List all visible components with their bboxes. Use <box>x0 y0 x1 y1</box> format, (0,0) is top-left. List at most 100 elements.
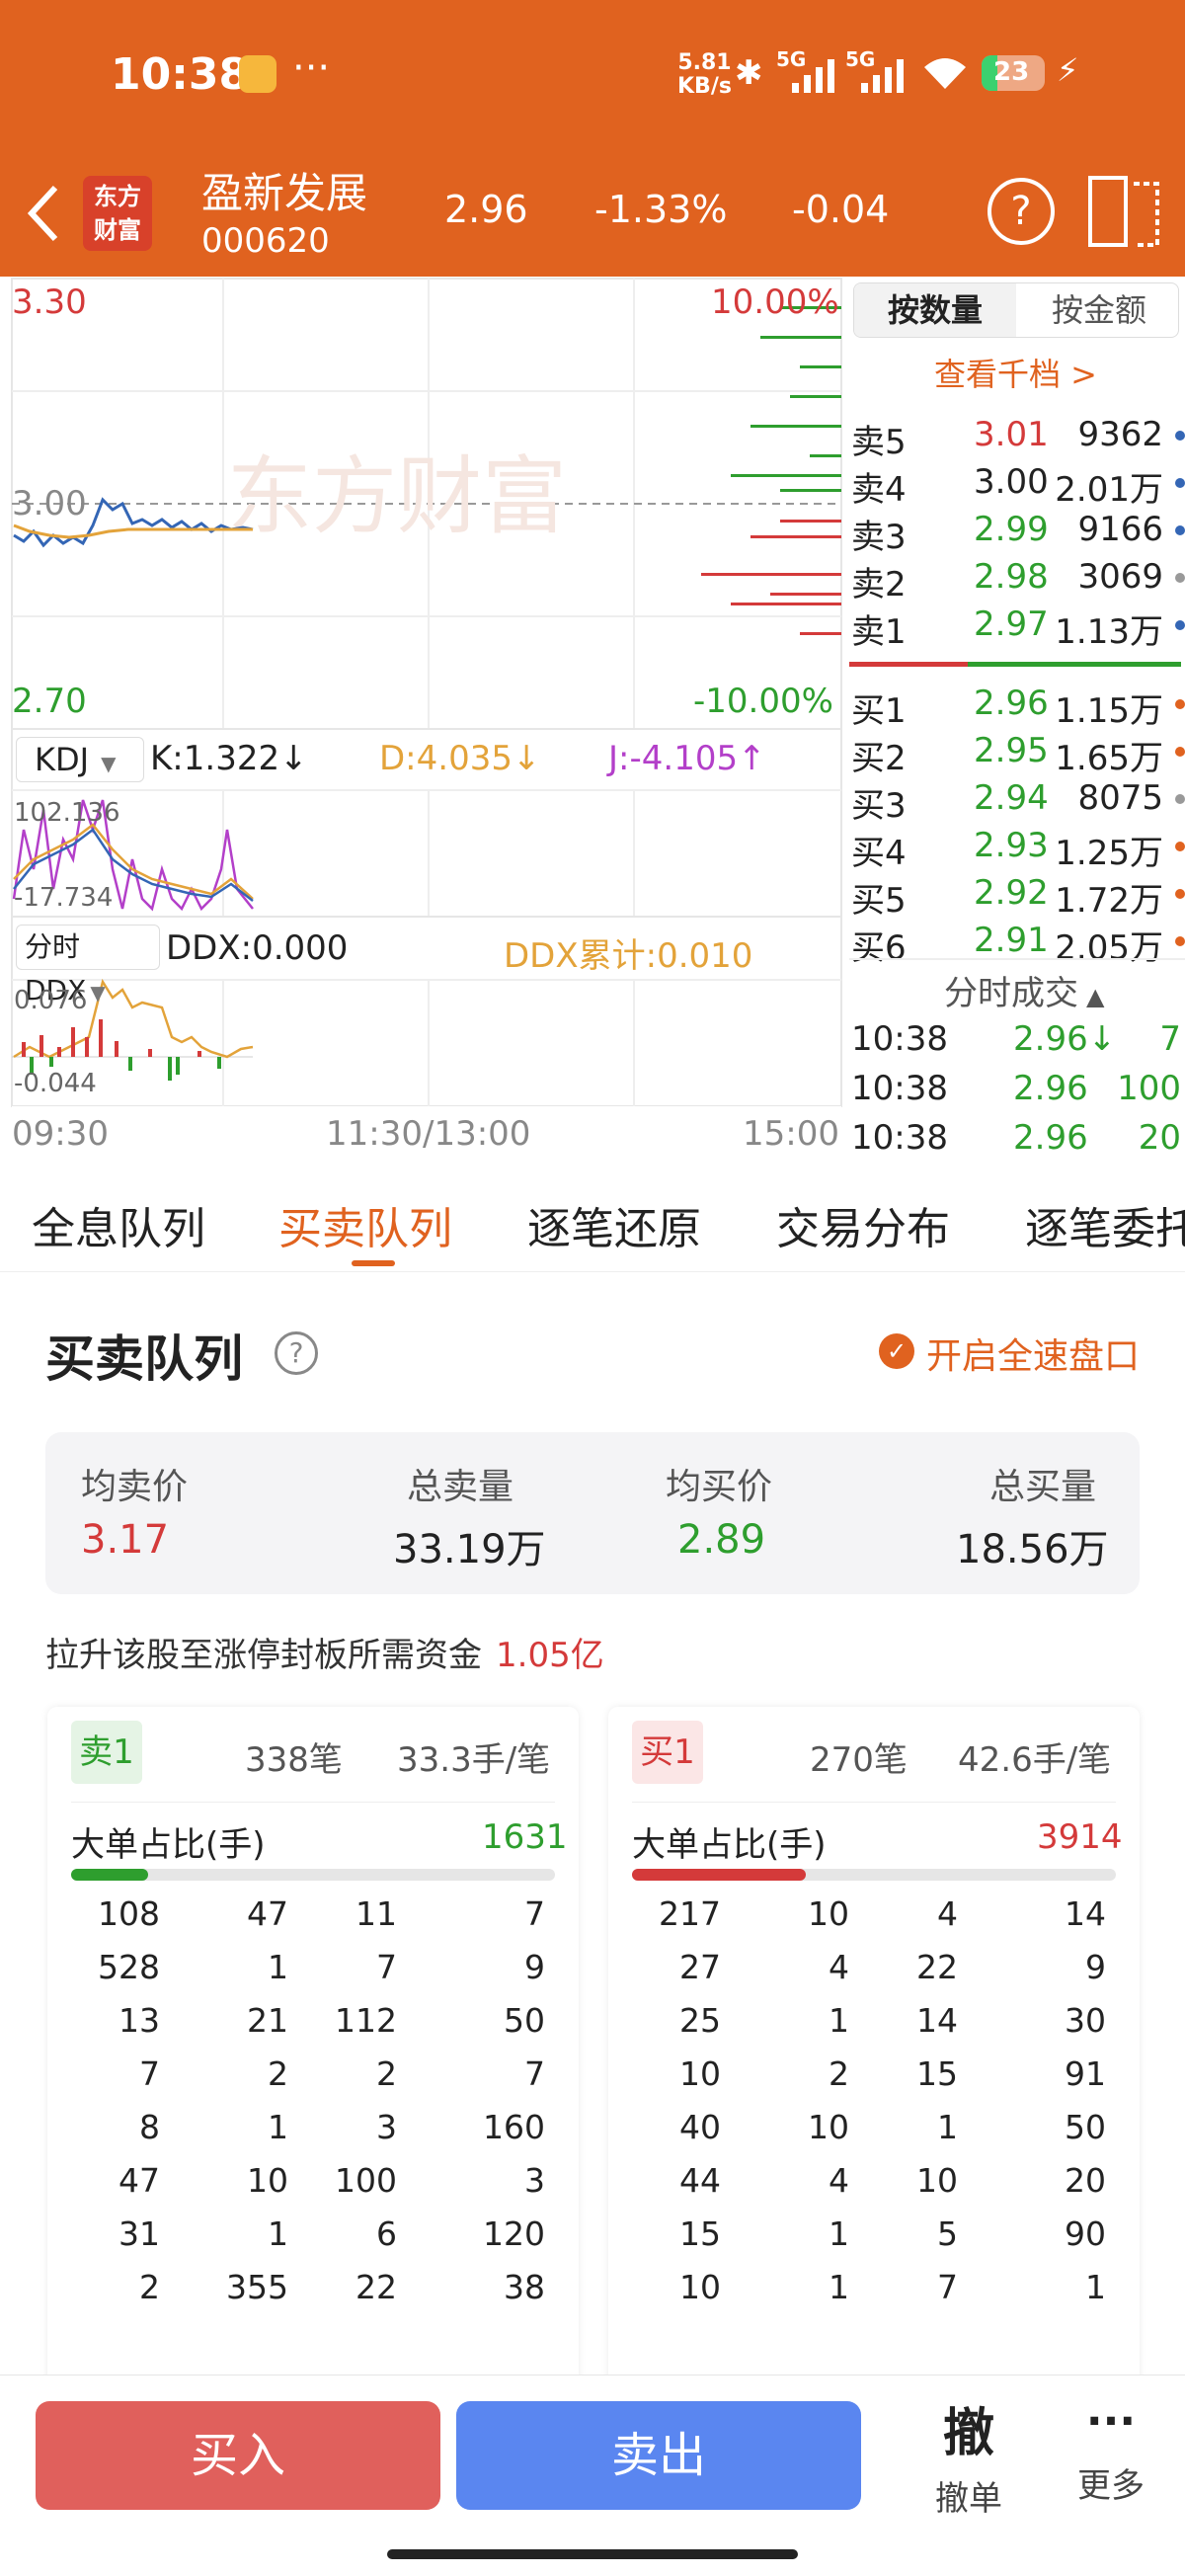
queue-cell: 27 <box>679 1948 721 1986</box>
avg-buy-label: 均买价 <box>666 1467 773 1507</box>
ask-price: 2.97 <box>974 604 1049 644</box>
sell-button[interactable]: 卖出 <box>456 2401 861 2510</box>
more-button[interactable]: ··· 更多 <box>1066 2391 1155 2507</box>
section-title: 买卖队列 <box>45 1330 243 1388</box>
queue-cell: 6 <box>376 2214 397 2253</box>
orderbook-mode-toggle[interactable]: 按数量 按金额 <box>853 282 1179 338</box>
bid-level-3[interactable]: 买3 2.94 8075 <box>849 778 1185 826</box>
trades-title[interactable]: 分时成交 ▲ <box>944 966 1104 1014</box>
avg-sell-value: 3.17 <box>81 1517 170 1563</box>
bid-level-4[interactable]: 买4 2.93 1.25万 <box>849 826 1185 873</box>
tab-buy-sell-queue[interactable]: 买卖队列 <box>278 1193 452 1256</box>
trade-price: 2.96 <box>1013 1118 1088 1158</box>
bid-volume: 1.65万 <box>1055 739 1163 778</box>
kdj-max: 102.136 <box>14 798 120 828</box>
queue-cell: 1 <box>937 2108 958 2146</box>
status-bar: 10:38 ··· 5.81 KB/s ✱ 5G 5G 23 ⚡ <box>0 0 1185 148</box>
section-help-icon[interactable]: ? <box>275 1331 318 1375</box>
bid-dot-icon <box>1175 747 1185 757</box>
ddx-selector[interactable]: 分时DDX ▼ <box>16 925 160 1006</box>
queue-cell: 30 <box>1065 2001 1106 2040</box>
bid-volume: 1.72万 <box>1055 881 1163 921</box>
pct-high: 10.00% <box>711 282 839 322</box>
queue-cell: 217 <box>659 1894 721 1933</box>
queue-cell: 7 <box>937 2268 958 2306</box>
queue-cell: 15 <box>916 2054 958 2093</box>
queue-row: 31 1 6 120 <box>71 2214 555 2268</box>
fast-quote-toggle[interactable]: 开启全速盘口 <box>926 1328 1140 1379</box>
cancel-icon: 撤 <box>942 2404 994 2463</box>
time-end: 15:00 <box>743 1114 839 1154</box>
limit-up-value: 1.05亿 <box>496 1636 604 1675</box>
ddx-value: DDX:0.000 <box>166 928 349 968</box>
queue-cell: 7 <box>524 1894 545 1933</box>
switch-stock-icon[interactable] <box>1086 174 1161 249</box>
ask-volume: 2.01万 <box>1055 470 1163 510</box>
queue-cell: 20 <box>1065 2161 1106 2200</box>
tab-trade-distribution[interactable]: 交易分布 <box>776 1193 950 1256</box>
ask-level-1[interactable]: 卖5 3.01 9362 <box>849 415 1185 462</box>
queue-row: 108 47 11 7 <box>71 1894 555 1948</box>
queue-cell: 1 <box>1085 2268 1106 2306</box>
ask-level-4[interactable]: 卖2 2.98 3069 <box>849 557 1185 604</box>
queue-cell: 21 <box>247 2001 288 2040</box>
queue-cell: 90 <box>1065 2214 1106 2253</box>
queue-row: 13 21 112 50 <box>71 2001 555 2054</box>
tab-tick-restore[interactable]: 逐笔还原 <box>527 1193 701 1256</box>
ask-level-5[interactable]: 卖1 2.97 1.13万 <box>849 604 1185 652</box>
ask-label: 卖1 <box>851 612 907 652</box>
bid-level-2[interactable]: 买2 2.95 1.65万 <box>849 731 1185 778</box>
buy-button[interactable]: 买入 <box>36 2401 440 2510</box>
ask-dot-icon <box>1175 431 1185 441</box>
bid-level-5[interactable]: 买5 2.92 1.72万 <box>849 873 1185 921</box>
back-icon[interactable] <box>24 182 63 245</box>
stock-change: -0.04 <box>792 188 890 231</box>
queue-cell: 3 <box>524 2161 545 2200</box>
queue-cell: 9 <box>1085 1948 1106 1986</box>
ask-level-2[interactable]: 卖4 3.00 2.01万 <box>849 462 1185 510</box>
sell-big-label: 大单占比(手) <box>71 1825 266 1865</box>
stock-name[interactable]: 盈新发展 <box>201 160 367 220</box>
intraday-chart[interactable]: 东方财富 <box>0 277 849 1166</box>
sell-queue-table: 108 47 11 7 528 1 7 9 13 21 112 50 7 2 2 7 8 1 3 160 47 10 100… <box>71 1894 555 2321</box>
view-thousand-levels[interactable]: 查看千档 > <box>934 350 1097 395</box>
queue-cell: 528 <box>98 1948 160 1986</box>
queue-cell: 1 <box>829 2268 849 2306</box>
ask-level-3[interactable]: 卖3 2.99 9166 <box>849 510 1185 557</box>
tab-by-quantity[interactable]: 按数量 <box>854 283 1016 337</box>
help-icon[interactable]: ? <box>988 178 1055 245</box>
bid-price: 2.95 <box>974 731 1049 770</box>
queue-cell: 14 <box>916 2001 958 2040</box>
checked-icon[interactable]: ✓ <box>879 1333 914 1369</box>
ask-price: 2.98 <box>974 557 1049 597</box>
cancel-order-button[interactable]: 撤 撤单 <box>924 2391 1013 2520</box>
kdj-selector[interactable]: KDJ ▼ <box>16 737 144 782</box>
total-buy-value: 18.56万 <box>956 1527 1109 1572</box>
bid-price: 2.96 <box>974 684 1049 723</box>
queue-cell: 108 <box>98 1894 160 1933</box>
battery-level: 23 <box>993 57 1030 87</box>
bid-volume: 1.15万 <box>1055 691 1163 731</box>
queue-row: 15 1 5 90 <box>632 2214 1116 2268</box>
bid-price: 2.94 <box>974 778 1049 818</box>
bid-level-1[interactable]: 买1 2.96 1.15万 <box>849 684 1185 731</box>
ask-dot-icon <box>1175 573 1185 583</box>
ask-label: 卖5 <box>851 423 907 462</box>
trade-volume: 20 <box>1138 1118 1181 1158</box>
queue-cell: 7 <box>139 2054 160 2093</box>
app-logo: 东方 财富 <box>83 176 152 251</box>
queue-cell: 9 <box>524 1948 545 1986</box>
pct-low: -10.00% <box>693 682 833 721</box>
signal-icon <box>792 59 834 93</box>
stock-code: 000620 <box>201 221 330 261</box>
tab-tick-orders[interactable]: 逐笔委托 <box>1025 1193 1185 1256</box>
trade-row: 10:38 2.96↓ 7 <box>849 1019 1185 1067</box>
bid-level-6[interactable]: 买6 2.91 2.05万 <box>849 921 1185 968</box>
chart-area[interactable]: 东方财富 3.30 3.00 2.70 10.00% -10.00% KDJ ▼… <box>0 277 1185 1166</box>
tab-full-queue[interactable]: 全息队列 <box>32 1193 205 1256</box>
queue-cell: 1 <box>268 2214 288 2253</box>
tab-by-amount[interactable]: 按金额 <box>1018 283 1178 337</box>
trade-volume: 100 <box>1117 1069 1181 1108</box>
bid-volume: 1.25万 <box>1055 834 1163 873</box>
sell-queue-card: 卖1 338笔 33.3手/笔 大单占比(手) 1631 108 47 11 7 528… <box>47 1707 579 2398</box>
